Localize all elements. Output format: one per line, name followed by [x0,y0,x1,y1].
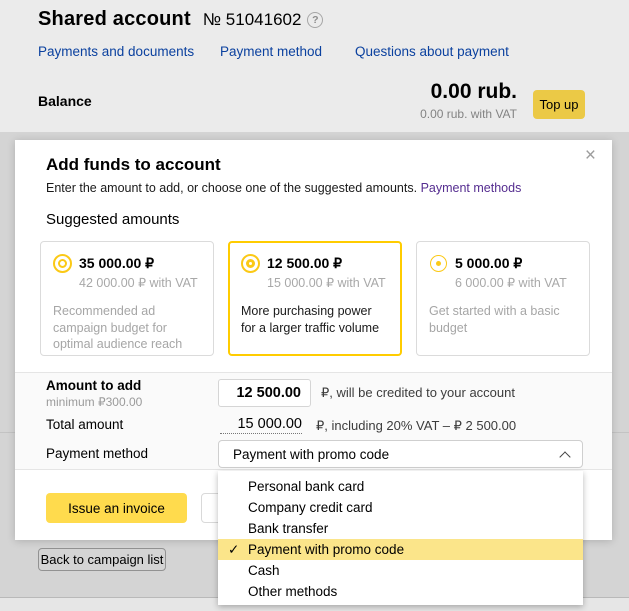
suggested-amounts-heading: Suggested amounts [46,211,179,228]
amount-input[interactable] [218,379,311,407]
payment-method-select[interactable]: Payment with promo code [218,440,583,468]
page-title: Shared account № 51041602? [38,8,323,31]
modal-subtitle-text: Enter the amount to add, or choose one o… [46,181,417,195]
option-company-credit-card[interactable]: Company credit card [218,497,583,518]
suggested-card-12500-selected[interactable]: 12 500.00 ₽ 15 000.00 ₽ with VAT More pu… [228,241,402,356]
card-amount-with-vat: 15 000.00 ₽ with VAT [267,275,389,290]
card-amount-with-vat: 42 000.00 ₽ with VAT [79,275,201,290]
option-payment-with-promo-code[interactable]: ✓ Payment with promo code [218,539,583,560]
total-amount-label: Total amount [46,417,123,432]
minimum-amount-label: minimum ₽300.00 [46,395,142,409]
balance-with-vat: 0.00 rub. with VAT [420,107,517,121]
chevron-up-icon [559,451,570,462]
card-head: 35 000.00 ₽ [53,254,201,273]
amount-note: ₽, will be credited to your account [321,385,515,401]
card-head: 12 500.00 ₽ [241,254,389,273]
payment-methods-link[interactable]: Payment methods [421,181,522,195]
card-description: Recommended ad campaign budget for optim… [53,303,201,353]
balance-amount: 0.00 rub. [420,80,517,104]
account-number: № 51041602 [203,10,302,29]
modal-subtitle: Enter the amount to add, or choose one o… [46,181,521,195]
balance-label: Balance [38,93,92,109]
back-to-campaign-list-button[interactable]: Back to campaign list [38,548,166,571]
card-amount: 5 000.00 ₽ [455,255,522,272]
close-icon[interactable]: × [585,146,596,165]
payment-method-dropdown: Personal bank card Company credit card B… [218,471,583,605]
card-amount: 12 500.00 ₽ [267,255,342,272]
coin-icon [430,255,447,272]
check-icon: ✓ [228,539,239,560]
nav-link-payment-method[interactable]: Payment method [220,44,322,59]
coin-icon [241,254,260,273]
issue-invoice-button[interactable]: Issue an invoice [46,493,187,523]
suggested-amount-cards: 35 000.00 ₽ 42 000.00 ₽ with VAT Recomme… [40,241,590,356]
modal-title: Add funds to account [46,155,221,175]
balance-amounts: 0.00 rub. 0.00 rub. with VAT [420,80,517,121]
option-label: Payment with promo code [248,542,404,557]
total-amount-value[interactable]: 15 000.00 [220,416,302,434]
top-up-button[interactable]: Top up [533,90,585,119]
shared-account-title: Shared account [38,8,191,30]
payment-method-value: Payment with promo code [233,447,389,462]
card-amount: 35 000.00 ₽ [79,255,154,272]
total-note: ₽, including 20% VAT – ₽ 2 500.00 [316,418,516,434]
payment-method-label: Payment method [46,446,148,461]
card-description: More purchasing power for a larger traff… [241,303,389,336]
nav-link-questions-about-payment[interactable]: Questions about payment [355,44,509,59]
suggested-card-5000[interactable]: 5 000.00 ₽ 6 000.00 ₽ with VAT Get start… [416,241,590,356]
option-bank-transfer[interactable]: Bank transfer [218,518,583,539]
coin-icon [53,254,72,273]
help-icon[interactable]: ? [307,12,323,28]
amount-to-add-label: Amount to add [46,378,141,393]
card-amount-with-vat: 6 000.00 ₽ with VAT [455,275,577,290]
option-personal-bank-card[interactable]: Personal bank card [218,476,583,497]
nav-link-payments-and-documents[interactable]: Payments and documents [38,44,194,59]
option-other-methods[interactable]: Other methods [218,581,583,602]
suggested-card-35000[interactable]: 35 000.00 ₽ 42 000.00 ₽ with VAT Recomme… [40,241,214,356]
card-description: Get started with a basic budget [429,303,577,336]
option-cash[interactable]: Cash [218,560,583,581]
card-head: 5 000.00 ₽ [429,254,577,273]
